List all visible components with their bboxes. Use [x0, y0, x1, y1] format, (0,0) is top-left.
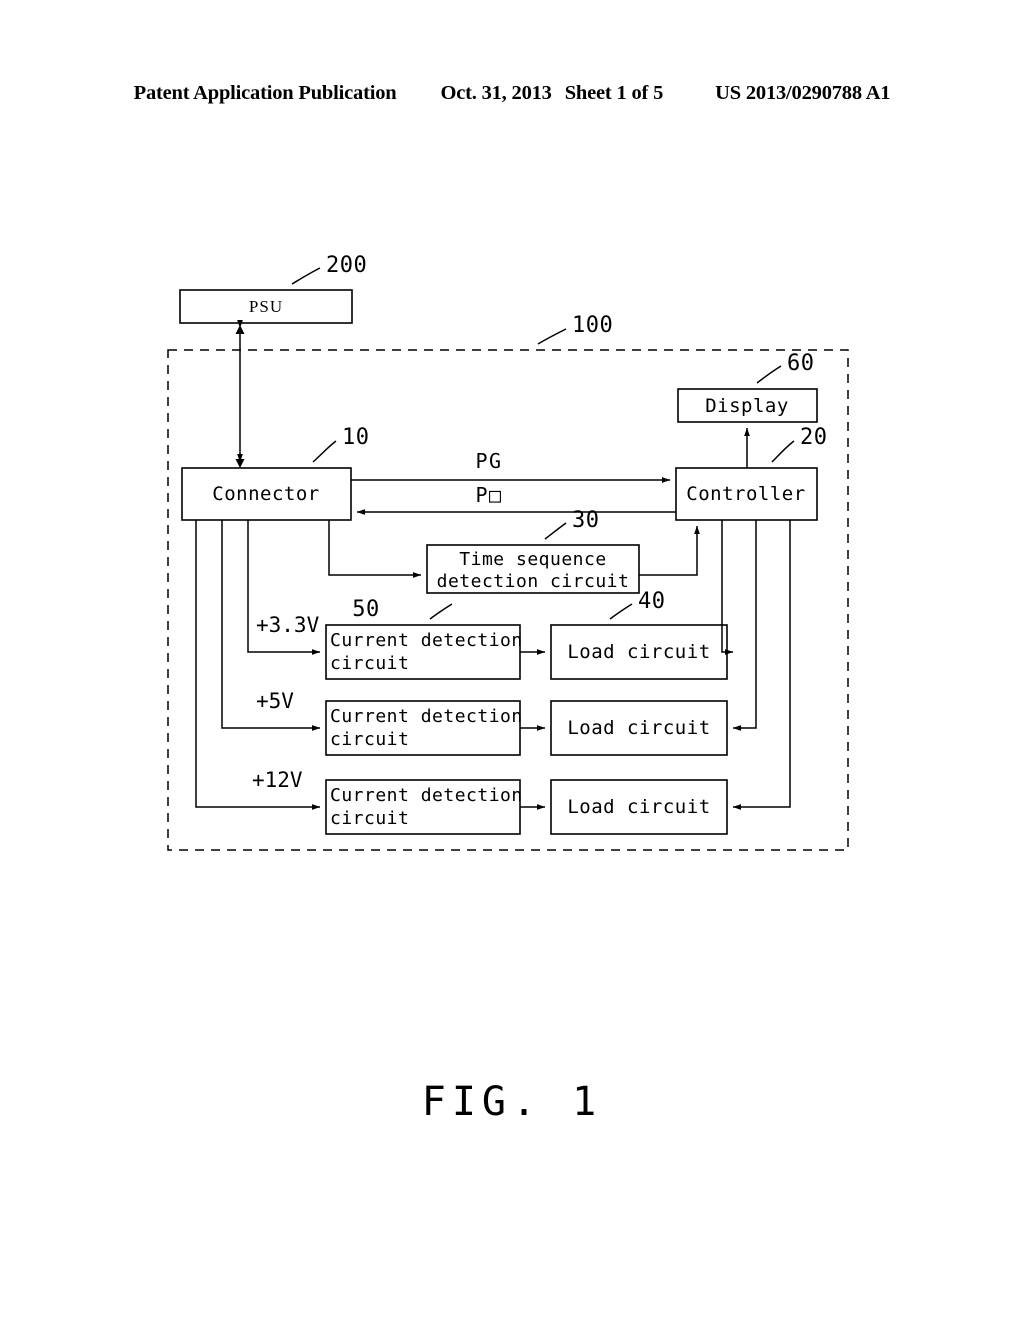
current-detection-label-row1-line2: circuit	[330, 653, 409, 674]
load-circuit-label-row1: Load circuit	[567, 641, 710, 663]
ref-label-10: 10	[342, 425, 370, 450]
figure-caption: FIG. 1	[422, 1079, 603, 1125]
leader-50	[429, 603, 453, 620]
ref-label-60: 60	[787, 351, 815, 376]
rail-label-12v: +12V	[252, 768, 303, 792]
ref-label-100: 100	[572, 313, 613, 338]
leader-200	[291, 267, 321, 285]
load-circuit-label-row2: Load circuit	[567, 717, 710, 739]
leader-100	[537, 328, 567, 345]
block-diagram: 100 PSU 200 Connector 10 Controller 20 D…	[167, 253, 849, 1125]
time-sequence-label-line1: Time sequence	[459, 549, 606, 570]
rail-label-5v: +5V	[256, 689, 294, 713]
wire-timesequence-controller	[639, 525, 700, 576]
leader-20	[771, 440, 795, 463]
display-label: Display	[705, 395, 789, 417]
arrowhead-up-psu	[235, 325, 245, 334]
ref-label-20: 20	[800, 425, 828, 450]
controller-label: Controller	[686, 483, 805, 505]
current-detection-label-row1-line1: Current detection	[330, 630, 523, 651]
leader-10	[312, 440, 337, 463]
connector-label: Connector	[212, 483, 319, 505]
signal-label-pg: PG	[475, 449, 502, 473]
wire-rail-12v	[195, 520, 321, 810]
leader-30	[544, 522, 567, 540]
current-detection-label-row2-line2: circuit	[330, 729, 409, 750]
rail-label-3v3: +3.3V	[256, 613, 320, 637]
signal-label-ps-on: P□	[475, 483, 502, 507]
wire-connector-timesequence	[328, 520, 422, 578]
load-circuit-label-row3: Load circuit	[567, 796, 710, 818]
ref-label-30: 30	[572, 508, 600, 533]
ref-label-200: 200	[326, 253, 367, 278]
time-sequence-label-line2: detection circuit	[437, 571, 630, 592]
wire-controller-load-row2	[732, 520, 757, 731]
wire-controller-load-row3	[732, 520, 791, 810]
leader-60	[756, 365, 782, 384]
arrowhead-down-connector	[235, 459, 245, 468]
current-detection-label-row3-line1: Current detection	[330, 785, 523, 806]
current-detection-label-row2-line1: Current detection	[330, 706, 523, 727]
figure-1: 100 PSU 200 Connector 10 Controller 20 D…	[0, 0, 1024, 1320]
ref-label-40: 40	[638, 589, 666, 614]
leader-40	[609, 603, 633, 620]
ref-label-50: 50	[352, 597, 380, 622]
current-detection-label-row3-line2: circuit	[330, 808, 409, 829]
psu-label: PSU	[249, 297, 283, 316]
